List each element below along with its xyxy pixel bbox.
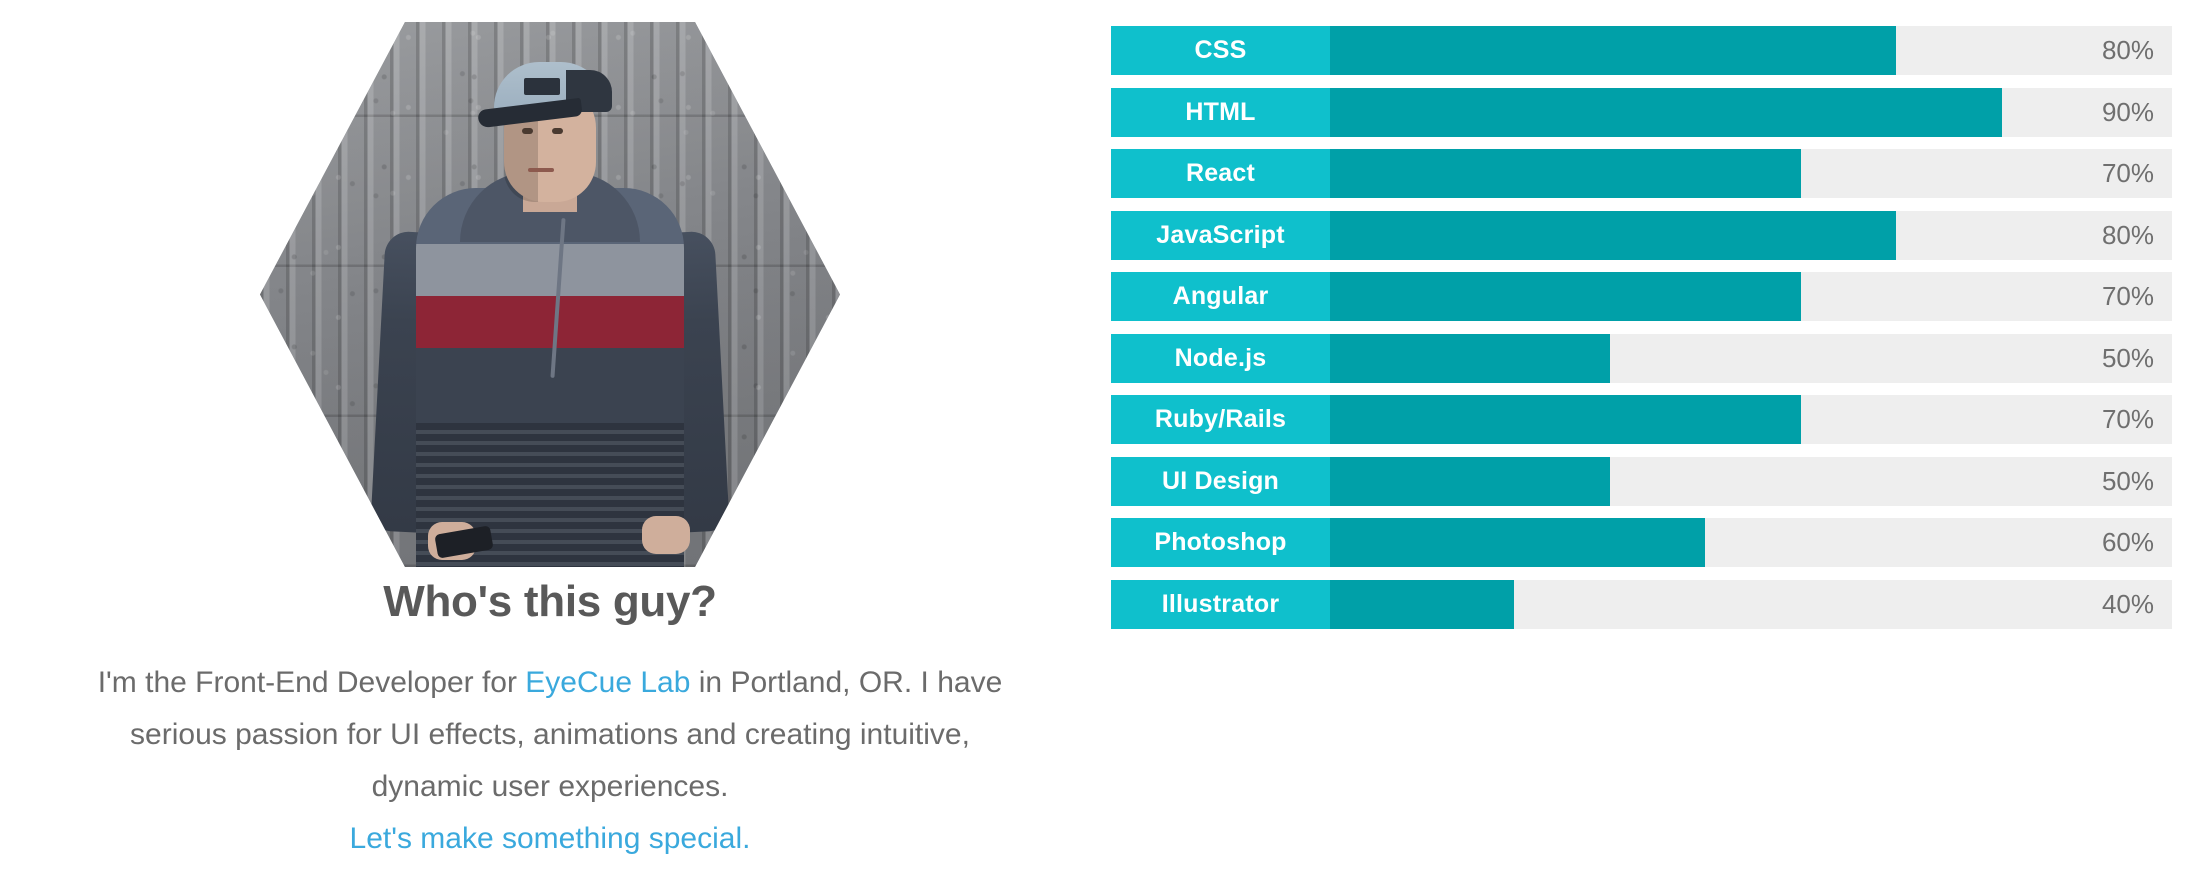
skill-bar-label: JavaScript bbox=[1111, 210, 1330, 260]
bio-text-before-company-link: I'm the Front-End Developer for bbox=[97, 666, 526, 699]
company-link[interactable]: EyeCue Lab bbox=[525, 666, 690, 699]
skill-bar-row: Photoshop 60% bbox=[1111, 518, 2172, 567]
skill-bar-percent: 90% bbox=[2101, 96, 2154, 127]
bio-cta-line: Let's make something special. bbox=[80, 813, 1020, 865]
skill-bar-percent: 70% bbox=[2101, 158, 2154, 188]
bio-text-after-company-link: in Portland, OR. bbox=[690, 666, 913, 699]
skill-bar-percent: 80% bbox=[2101, 219, 2154, 250]
skill-bar-percent: 50% bbox=[2101, 342, 2154, 373]
skills-chart: CSS 80% HTML 90% React 70% JavaScript 80% Angula… bbox=[1100, 0, 2202, 895]
skill-bar-label: CSS bbox=[1111, 26, 1330, 75]
skill-bar-label: UI Design bbox=[1111, 456, 1330, 506]
skill-bar-row: Ruby/Rails 70% bbox=[1111, 395, 2172, 444]
profile-column: Who's this guy? I'm the Front-End Develo… bbox=[0, 0, 1100, 895]
skill-bar-label: Angular bbox=[1111, 272, 1330, 321]
skill-bar-row: React 70% bbox=[1111, 149, 2172, 198]
profile-skills-page: Who's this guy? I'm the Front-End Develo… bbox=[0, 0, 2202, 895]
skill-bar-row: Illustrator 40% bbox=[1111, 579, 2172, 629]
skill-bar-row: CSS 80% bbox=[1111, 26, 2172, 75]
skill-bar-label: HTML bbox=[1111, 87, 1330, 137]
subject-striped-hoodie bbox=[416, 188, 684, 567]
subject-eye-right bbox=[552, 128, 563, 134]
skill-bar-percent: 60% bbox=[2101, 527, 2154, 557]
contact-cta-link[interactable]: Let's make something special. bbox=[350, 822, 751, 855]
skill-bar-label: React bbox=[1111, 149, 1330, 198]
photo-subject bbox=[260, 22, 840, 567]
skill-bar-percent: 40% bbox=[2101, 588, 2154, 619]
profile-photo-hexagon bbox=[260, 22, 840, 567]
cap-logo-patch bbox=[524, 78, 560, 95]
skill-bar-percent: 50% bbox=[2101, 465, 2154, 496]
skill-bar-row: JavaScript 80% bbox=[1111, 210, 2172, 260]
skill-bar-row: Node.js 50% bbox=[1111, 333, 2172, 383]
skill-bar-label: Illustrator bbox=[1111, 579, 1330, 629]
profile-photo-wrapper bbox=[260, 22, 840, 567]
skill-bar-percent: 80% bbox=[2101, 35, 2154, 65]
skill-bar-row: UI Design 50% bbox=[1111, 456, 2172, 506]
page-title: Who's this guy? bbox=[383, 577, 717, 626]
subject-baseball-cap bbox=[477, 62, 612, 129]
skill-bar-row: Angular 70% bbox=[1111, 272, 2172, 321]
skill-bar-label: Ruby/Rails bbox=[1111, 395, 1330, 444]
subject-hand-right bbox=[642, 516, 690, 554]
profile-bio: I'm the Front-End Developer for EyeCue L… bbox=[80, 657, 1020, 865]
skill-bar-label: Photoshop bbox=[1111, 518, 1330, 567]
subject-eye-left bbox=[522, 128, 533, 134]
skill-bar-percent: 70% bbox=[2101, 404, 2154, 434]
subject-mouth bbox=[528, 168, 554, 172]
skill-bar-percent: 70% bbox=[2101, 281, 2154, 311]
skill-bar-row: HTML 90% bbox=[1111, 87, 2172, 137]
skill-bar-label: Node.js bbox=[1111, 333, 1330, 383]
